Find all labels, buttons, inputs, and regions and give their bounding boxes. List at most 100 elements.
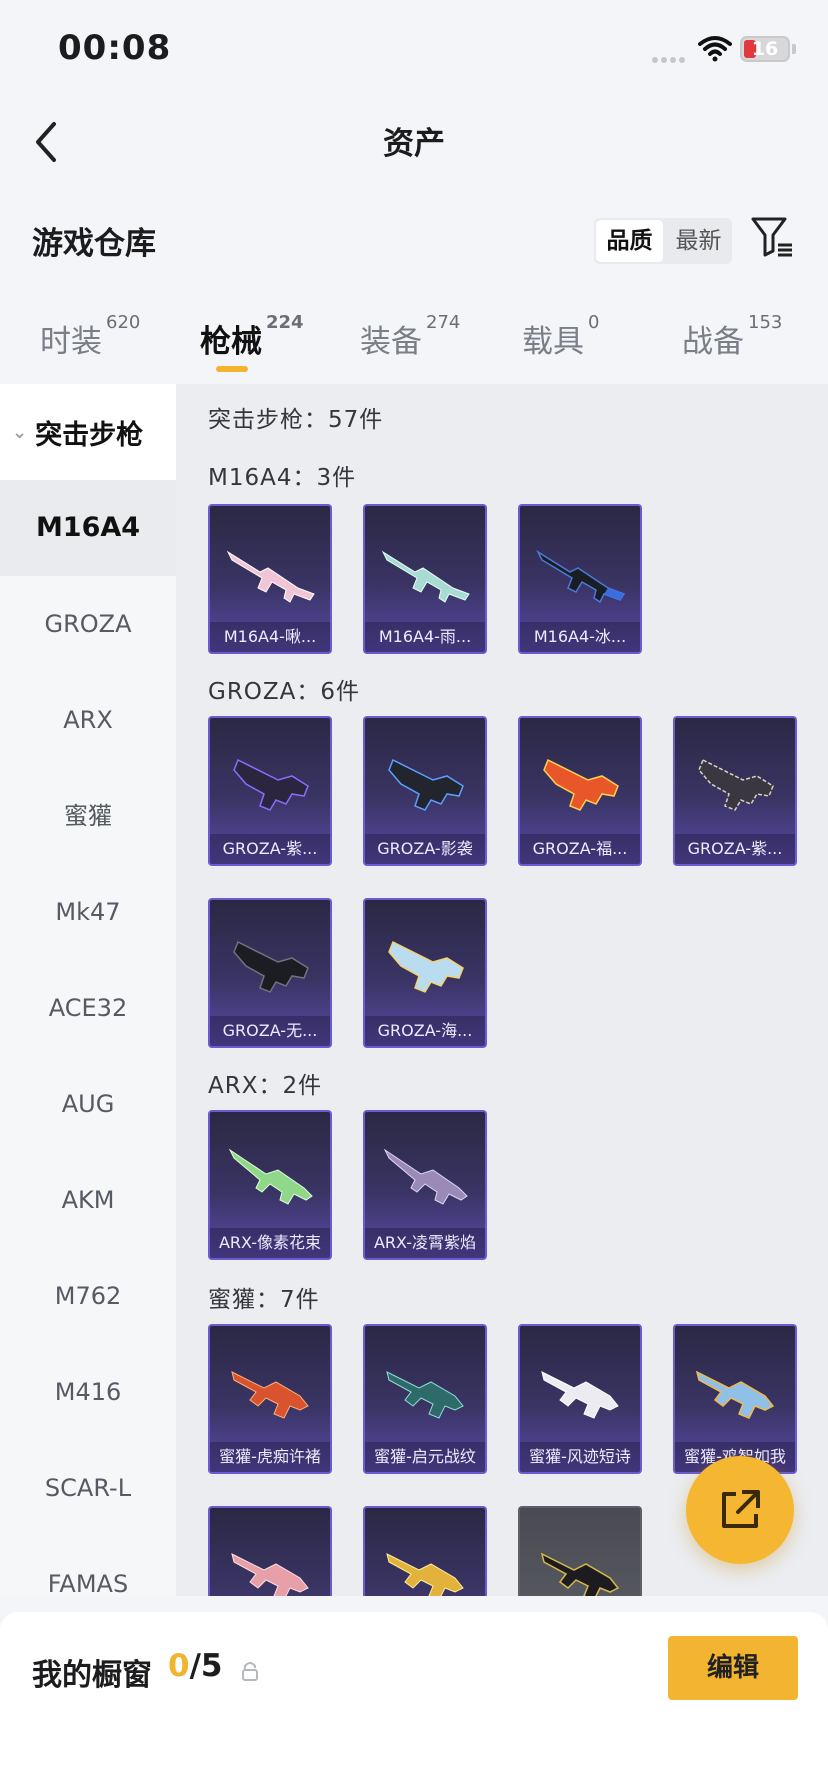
skin-card[interactable]: GROZA-紫... — [208, 716, 332, 866]
weapon-sidebar: ⌄ 突击步枪 M16A4 GROZA ARX 蜜獾 Mk47 ACE32 AUG… — [0, 384, 176, 1596]
group-header-m16a4: M16A4：3件 — [208, 465, 357, 491]
tab-equipment[interactable]: 装备274 — [360, 312, 460, 361]
skin-card-label: ARX-凌霄紫焰 — [365, 1228, 485, 1258]
skin-card[interactable]: GROZA-海... — [363, 898, 487, 1048]
tab-vehicles[interactable]: 载具0 — [522, 312, 599, 361]
skin-card[interactable] — [518, 1506, 642, 1596]
group-header-groza: GROZA：6件 — [208, 679, 361, 705]
skin-card-label: GROZA-影袭 — [365, 834, 485, 864]
rifle-icon — [231, 1553, 309, 1596]
sidebar-item-groza[interactable]: GROZA — [0, 576, 176, 672]
tab-count: 153 — [748, 312, 783, 333]
share-fab[interactable] — [686, 1456, 794, 1564]
showcase-bar: 我的橱窗 0/5 编辑 — [0, 1612, 828, 1792]
sidebar-item-m16a4[interactable]: M16A4 — [0, 480, 176, 576]
skin-card-label: GROZA-福... — [520, 834, 640, 864]
skin-card[interactable]: 蜜獾-虎痴许褚 — [208, 1324, 332, 1474]
skin-card[interactable]: M16A4-冰... — [518, 504, 642, 654]
skin-card-label: 蜜獾-启元战纹 — [365, 1442, 485, 1472]
rifle-icon — [386, 1553, 464, 1596]
sort-option-newest[interactable]: 最新 — [665, 218, 732, 264]
sidebar-item-ace32[interactable]: ACE32 — [0, 960, 176, 1056]
sidebar-item-m416[interactable]: M416 — [0, 1344, 176, 1440]
skin-card[interactable]: M16A4-啾... — [208, 504, 332, 654]
chevron-down-icon: ⌄ — [12, 421, 28, 443]
skin-card[interactable] — [208, 1506, 332, 1596]
rifle-icon — [541, 1371, 619, 1419]
sidebar-item-scar-l[interactable]: SCAR-L — [0, 1440, 176, 1536]
skin-card[interactable]: GROZA-无... — [208, 898, 332, 1048]
category-tabs: 时装620 枪械224 装备274 载具0 战备153 — [0, 312, 828, 380]
tab-count: 620 — [106, 312, 141, 333]
category-summary: 突击步枪：57件 — [208, 407, 384, 433]
showcase-label: 我的橱窗 — [32, 1658, 152, 1693]
skin-card-label: 蜜獾-风迹短诗 — [520, 1442, 640, 1472]
rifle-icon — [381, 550, 470, 603]
skin-card-label: ARX-像素花束 — [210, 1228, 330, 1258]
tab-label: 时装 — [40, 324, 102, 360]
share-icon — [722, 1490, 760, 1528]
rifle-icon — [231, 1371, 309, 1419]
skin-card[interactable]: GROZA-紫... — [673, 716, 797, 866]
tab-count: 274 — [426, 312, 461, 333]
sidebar-item-aug[interactable]: AUG — [0, 1056, 176, 1152]
rifle-icon — [386, 1371, 464, 1419]
filter-icon[interactable] — [750, 215, 794, 259]
section-title: 游戏仓库 — [32, 226, 156, 262]
skin-card-label: M16A4-雨... — [365, 622, 485, 652]
sidebar-item-arx[interactable]: ARX — [0, 672, 176, 768]
tab-fashion[interactable]: 时装620 — [40, 312, 140, 361]
skin-card[interactable]: GROZA-影袭 — [363, 716, 487, 866]
sidebar-item-akm[interactable]: AKM — [0, 1152, 176, 1248]
sidebar-category-label: 突击步枪 — [35, 419, 144, 451]
rifle-icon — [233, 940, 309, 993]
sort-option-quality[interactable]: 品质 — [596, 220, 663, 262]
rifle-icon — [388, 940, 464, 993]
sidebar-category[interactable]: ⌄ 突击步枪 — [0, 384, 176, 480]
battery-tip — [792, 44, 796, 54]
group-header-arx: ARX：2件 — [208, 1073, 323, 1099]
rifle-icon — [388, 758, 464, 811]
skin-card[interactable]: ARX-像素花束 — [208, 1110, 332, 1260]
tab-label: 枪械 — [200, 324, 262, 360]
battery-level: 16 — [751, 38, 779, 60]
sidebar-item-mk47[interactable]: Mk47 — [0, 864, 176, 960]
sort-toggle: 品质 最新 — [594, 218, 732, 264]
skin-card-label: M16A4-啾... — [210, 622, 330, 652]
rifle-icon — [540, 1552, 620, 1596]
skin-card-label: 蜜獾-虎痴许褚 — [210, 1442, 330, 1472]
tab-firearms[interactable]: 枪械224 — [200, 312, 304, 361]
lock-icon — [242, 1662, 258, 1681]
rifle-icon — [383, 1148, 468, 1205]
sidebar-item-m762[interactable]: M762 — [0, 1248, 176, 1344]
tab-count: 0 — [588, 312, 600, 333]
battery-icon: 16 — [740, 36, 790, 62]
skin-card-label: GROZA-海... — [365, 1016, 485, 1046]
rifle-icon — [226, 550, 315, 603]
weapon-grid: 突击步枪：57件 M16A4：3件 M16A4-啾... M16A4-雨... … — [176, 384, 828, 1596]
cellular-signal-icon — [652, 48, 690, 63]
showcase-count: 0/5 — [168, 1648, 222, 1684]
group-header-honey-badger: 蜜獾：7件 — [208, 1287, 320, 1313]
rifle-icon — [695, 1370, 775, 1419]
tab-label: 战备 — [682, 324, 744, 360]
status-bar: 00:08 16 — [0, 0, 828, 100]
skin-card[interactable]: 蜜獾-鸡智如我 — [673, 1324, 797, 1474]
skin-card[interactable]: GROZA-福... — [518, 716, 642, 866]
wifi-icon — [698, 36, 732, 62]
skin-card[interactable] — [363, 1506, 487, 1596]
rifle-icon — [543, 758, 619, 811]
sidebar-item-famas[interactable]: FAMAS — [0, 1536, 176, 1596]
skin-card[interactable]: 蜜獾-启元战纹 — [363, 1324, 487, 1474]
status-time: 00:08 — [58, 28, 172, 68]
skin-card[interactable]: 蜜獾-风迹短诗 — [518, 1324, 642, 1474]
rifle-icon — [233, 758, 309, 811]
skin-card[interactable]: ARX-凌霄紫焰 — [363, 1110, 487, 1260]
page-title: 资产 — [383, 126, 445, 162]
tab-supplies[interactable]: 战备153 — [682, 312, 782, 361]
skin-card-label: GROZA-无... — [210, 1016, 330, 1046]
showcase-total: /5 — [189, 1648, 223, 1684]
edit-button[interactable]: 编辑 — [668, 1636, 798, 1700]
sidebar-item-honey-badger[interactable]: 蜜獾 — [0, 768, 176, 864]
skin-card[interactable]: M16A4-雨... — [363, 504, 487, 654]
